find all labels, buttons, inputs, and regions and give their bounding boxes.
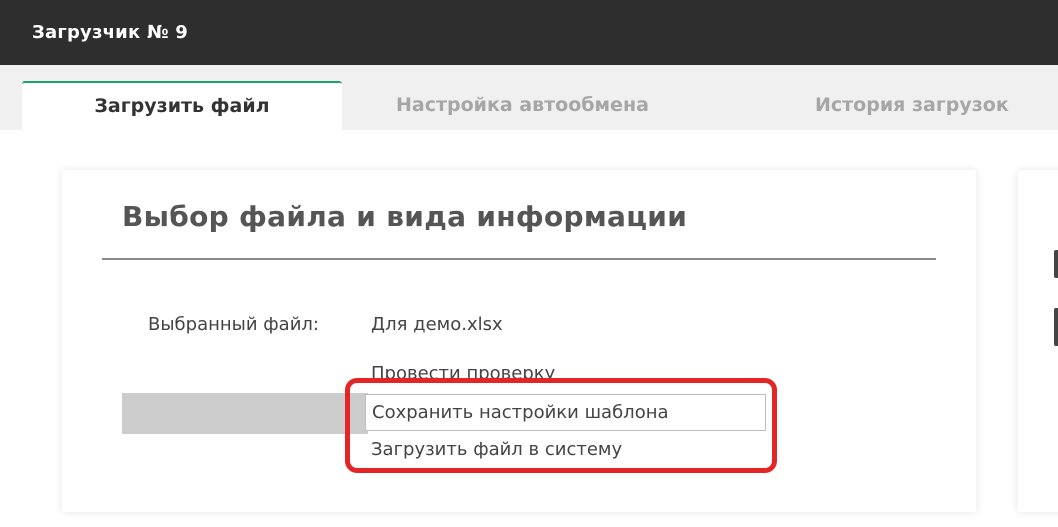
main-content: Выбор файла и вида информации Выбранный …: [0, 130, 1058, 527]
selected-file-label: Выбранный файл:: [148, 314, 319, 335]
file-selection-card: Выбор файла и вида информации Выбранный …: [62, 170, 976, 512]
app-title: Загрузчик № 9: [32, 22, 188, 43]
app-header: Загрузчик № 9: [0, 0, 1058, 65]
title-divider: [102, 258, 936, 260]
selected-file-name: Для демо.xlsx: [371, 314, 503, 335]
card-title: Выбор файла и вида информации: [122, 200, 688, 233]
tab-bar: Загрузить файл Настройка автообмена Исто…: [0, 65, 1058, 130]
side-card-fragment: [1054, 250, 1058, 278]
side-card-fragment: [1054, 308, 1058, 346]
tab-upload-history[interactable]: История загрузок: [815, 81, 1009, 130]
tab-upload-file[interactable]: Загрузить файл: [22, 81, 342, 130]
highlight-annotation: [345, 378, 777, 473]
tab-auto-exchange-settings[interactable]: Настройка автообмена: [396, 81, 649, 130]
side-card: [1018, 170, 1058, 512]
action-button-bar[interactable]: [122, 393, 368, 434]
